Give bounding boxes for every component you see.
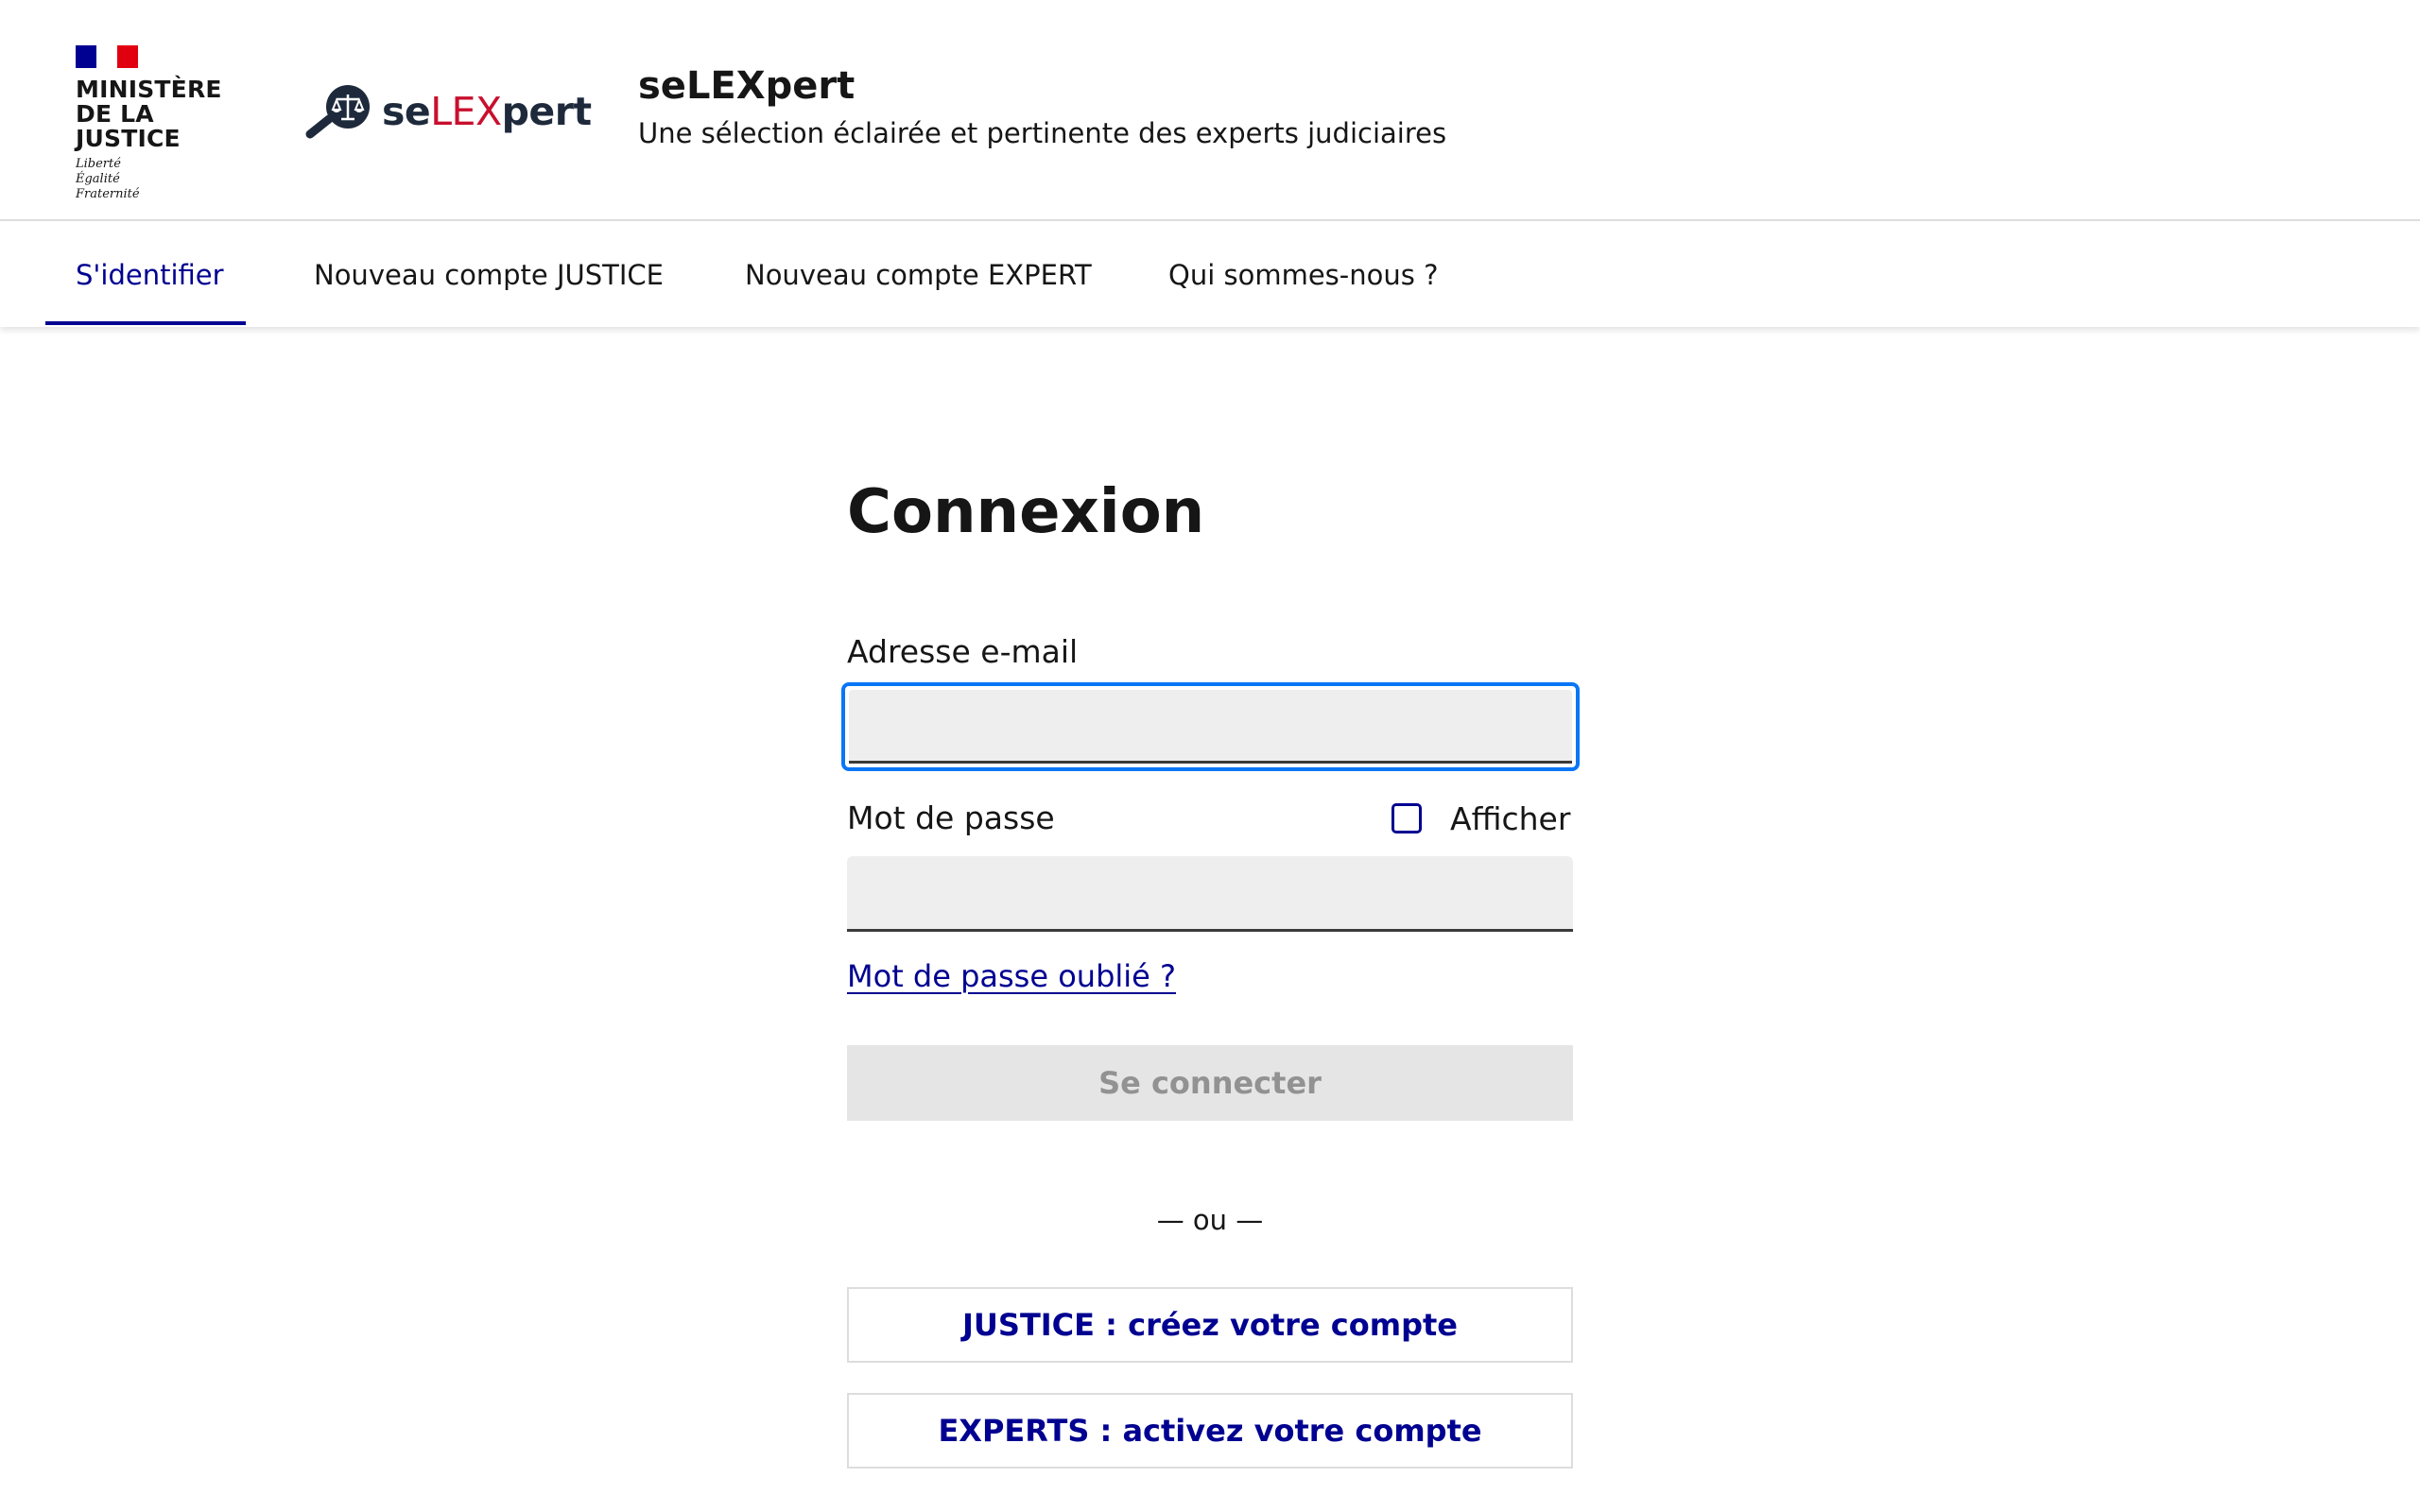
- main-navigation: S'identifier Nouveau compte JUSTICE Nouv…: [0, 223, 2420, 327]
- brand-part-pert: pert: [501, 89, 592, 134]
- or-separator: — ou —: [1156, 1204, 1264, 1236]
- service-title[interactable]: seLEXpert: [638, 64, 855, 108]
- brand-wordmark: seLEXpert: [382, 89, 592, 134]
- email-field[interactable]: [841, 682, 1580, 771]
- page-title: Connexion: [847, 477, 1205, 547]
- nav-item-sidentifier[interactable]: S'identifier: [76, 223, 224, 327]
- brand-part-lex: LEX: [430, 89, 502, 134]
- show-password-label[interactable]: Afficher: [1450, 800, 1570, 837]
- republic-motto: Liberté Égalité Fraternité: [76, 157, 265, 202]
- ministry-name: MINISTÈRE DE LA JUSTICE: [76, 76, 222, 152]
- site-header: MINISTÈRE DE LA JUSTICE Liberté Égalité …: [0, 0, 2420, 221]
- password-field[interactable]: [847, 856, 1573, 932]
- motto-line: Liberté: [76, 157, 121, 171]
- show-password-toggle[interactable]: Afficher: [1392, 799, 1570, 837]
- checkbox-icon[interactable]: [1392, 803, 1422, 833]
- justice-create-account-button[interactable]: JUSTICE : créez votre compte: [847, 1287, 1573, 1363]
- password-label: Mot de passe: [847, 799, 1055, 836]
- brand-part-se: se: [382, 89, 431, 134]
- motto-line: Fraternité: [76, 187, 140, 201]
- email-label: Adresse e-mail: [847, 633, 1079, 670]
- motto-line: Égalité: [76, 172, 120, 186]
- nav-item-nouveau-compte-expert[interactable]: Nouveau compte EXPERT: [745, 223, 1092, 327]
- experts-activate-account-button[interactable]: EXPERTS : activez votre compte: [847, 1393, 1573, 1469]
- login-button[interactable]: Se connecter: [847, 1045, 1573, 1121]
- nav-item-qui-sommes-nous[interactable]: Qui sommes-nous ?: [1168, 223, 1438, 327]
- french-flag-icon: [76, 45, 138, 68]
- ministry-logo[interactable]: MINISTÈRE DE LA JUSTICE Liberté Égalité …: [76, 45, 265, 201]
- magnifier-scales-icon: [305, 85, 370, 139]
- selexpert-logo[interactable]: seLEXpert: [304, 81, 592, 142]
- forgot-password-link[interactable]: Mot de passe oublié ?: [847, 958, 1176, 994]
- service-tagline: Une sélection éclairée et pertinente des…: [638, 117, 1447, 149]
- email-input[interactable]: [849, 690, 1572, 764]
- nav-item-nouveau-compte-justice[interactable]: Nouveau compte JUSTICE: [314, 223, 664, 327]
- active-tab-indicator: [45, 321, 246, 325]
